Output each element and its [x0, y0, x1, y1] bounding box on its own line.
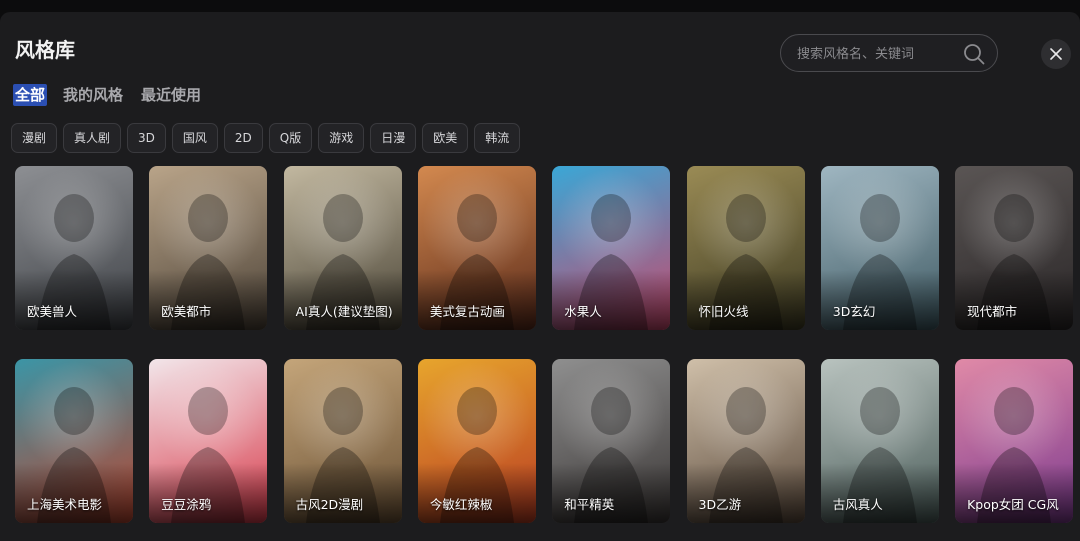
filter-chip-6[interactable]: 游戏: [318, 123, 365, 153]
style-card-label: 现代都市: [967, 304, 1018, 319]
filter-chip-3[interactable]: 国风: [171, 123, 218, 153]
style-card[interactable]: 今敏红辣椒: [417, 359, 536, 523]
card-shade: [955, 463, 1074, 523]
card-shade: [283, 463, 402, 523]
card-shade: [283, 270, 402, 330]
card-shade: [820, 270, 939, 330]
tab-0[interactable]: 全部: [13, 84, 48, 106]
filter-chip-8[interactable]: 欧美: [422, 123, 469, 153]
style-card[interactable]: 古风真人: [820, 359, 939, 523]
tab-2[interactable]: 最近使用: [139, 84, 203, 106]
style-card-label: 水果人: [564, 304, 602, 319]
card-shade: [552, 270, 671, 330]
style-card[interactable]: 上海美术电影: [15, 359, 133, 523]
style-card-label: 上海美术电影: [27, 497, 103, 512]
card-shade: [149, 463, 268, 523]
style-card[interactable]: 和平精英: [552, 359, 671, 523]
style-card-label: 欧美都市: [161, 304, 212, 319]
card-shade: [552, 463, 671, 523]
style-card[interactable]: 3D玄幻: [820, 166, 939, 330]
filter-chip-1[interactable]: 真人剧: [63, 123, 122, 153]
style-card[interactable]: 现代都市: [955, 166, 1074, 330]
style-library-dialog: 风格库 全部我的风格最近使用 漫剧真人剧3D国风2DQ版游戏日漫欧美韩流 欧美兽…: [0, 12, 1080, 541]
style-card[interactable]: 美式复古动画: [417, 166, 536, 330]
search-input[interactable]: [795, 35, 959, 73]
card-shade: [820, 463, 939, 523]
filter-chip-7[interactable]: 日漫: [370, 123, 417, 153]
style-card[interactable]: 怀旧火线: [686, 166, 805, 330]
tab-1[interactable]: 我的风格: [61, 84, 125, 106]
style-card[interactable]: 古风2D漫剧: [283, 359, 402, 523]
dialog-title: 风格库: [15, 38, 75, 62]
card-shade: [686, 270, 805, 330]
style-card[interactable]: 3D乙游: [686, 359, 805, 523]
close-icon: [1050, 48, 1062, 60]
search-box[interactable]: [780, 34, 998, 73]
card-shade: [15, 463, 133, 523]
style-card-label: 3D玄幻: [832, 304, 876, 319]
style-card-label: 3D乙游: [698, 497, 742, 512]
style-card-label: 美式复古动画: [429, 304, 505, 319]
style-card[interactable]: 欧美兽人: [15, 166, 133, 330]
filter-chip-0[interactable]: 漫剧: [11, 123, 58, 153]
style-card-label: 古风2D漫剧: [295, 497, 364, 512]
card-shade: [955, 270, 1074, 330]
card-shade: [417, 270, 536, 330]
style-card-label: 怀旧火线: [698, 304, 749, 319]
close-button[interactable]: [1041, 39, 1071, 69]
filter-chip-5[interactable]: Q版: [268, 123, 313, 153]
style-card[interactable]: 豆豆涂鸦: [149, 359, 268, 523]
card-shade: [149, 270, 268, 330]
style-card-label: 欧美兽人: [27, 304, 78, 319]
filter-chip-9[interactable]: 韩流: [474, 123, 521, 153]
filter-chip-4[interactable]: 2D: [223, 123, 263, 153]
style-card[interactable]: 欧美都市: [149, 166, 268, 330]
search-icon[interactable]: [963, 43, 985, 65]
style-card[interactable]: Kpop女团 CG风: [955, 359, 1074, 523]
filter-chips: 漫剧 真人剧 3D 国风 2D Q版 游戏 日漫 欧美 韩流: [11, 123, 521, 153]
tab-bar: 全部 我的风格 最近使用: [13, 84, 203, 106]
style-card-label: 豆豆涂鸦: [161, 497, 212, 512]
style-card-label: AI真人(建议垫图): [295, 304, 393, 319]
style-card[interactable]: 水果人: [552, 166, 671, 330]
style-card-label: 今敏红辣椒: [429, 497, 493, 512]
style-card-label: Kpop女团 CG风: [967, 497, 1059, 512]
style-card-label: 古风真人: [832, 497, 883, 512]
style-card-label: 和平精英: [564, 497, 615, 512]
style-card[interactable]: AI真人(建议垫图): [283, 166, 402, 330]
card-shade: [15, 270, 133, 330]
card-shade: [686, 463, 805, 523]
card-shade: [417, 463, 536, 523]
filter-chip-2[interactable]: 3D: [127, 123, 166, 153]
